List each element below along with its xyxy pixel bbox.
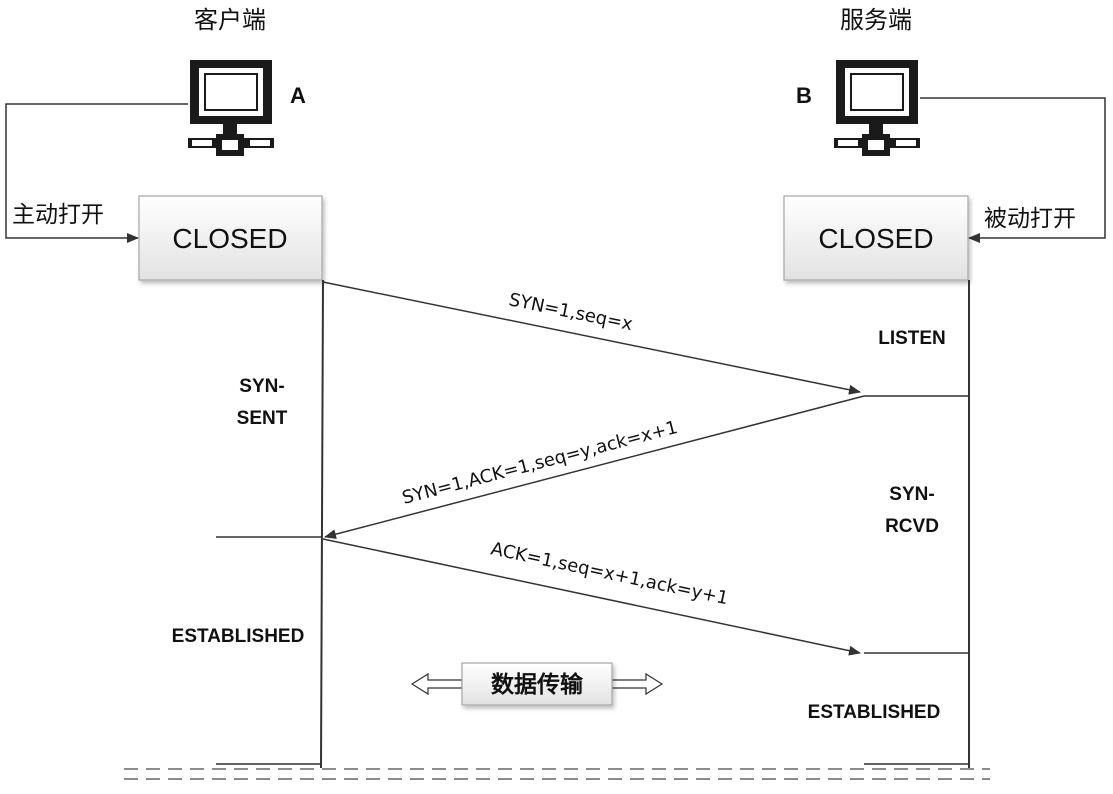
ack-message-label: ACK=1,seq=x+1,ack=y+1	[489, 538, 730, 609]
client-closed-box: CLOSED	[138, 195, 323, 281]
server-syn-rcvd-label-1: SYN-	[889, 484, 934, 505]
server-syn-rcvd-label-2: RCVD	[885, 516, 939, 537]
server-listen-label: LISTEN	[878, 328, 946, 349]
client-timeline	[320, 279, 324, 769]
syn-ack-arrow	[324, 395, 865, 540]
client-closed-label: CLOSED	[172, 223, 287, 254]
syn-arrow	[322, 281, 861, 395]
syn-message-label: SYN=1,seq=x	[507, 289, 635, 335]
data-transfer-label: 数据传输	[491, 671, 584, 698]
server-computer-icon	[834, 60, 920, 156]
client-title: 客户端	[194, 6, 266, 34]
client-syn-sent-label-1: SYN-	[239, 376, 284, 397]
server-title: 服务端	[840, 6, 912, 34]
server-closed-label: CLOSED	[818, 223, 933, 254]
server-closed-box: CLOSED	[783, 195, 969, 281]
server-open-label: 被动打开	[984, 206, 1076, 232]
server-host-label: B	[796, 83, 812, 108]
ack-arrow	[322, 538, 861, 656]
client-established-label: ESTABLISHED	[172, 626, 305, 647]
client-syn-sent-label-2: SENT	[237, 408, 288, 429]
syn-ack-message-label: SYN=1,ACK=1,seq=y,ack=x+1	[400, 417, 680, 509]
client-computer-icon	[188, 60, 274, 156]
client-host-label: A	[290, 83, 306, 108]
server-established-label: ESTABLISHED	[808, 702, 941, 723]
tcp-handshake-diagram: 客户端 服务端 A B 主动打开 被动打开 CLOSED CLOSED SYN=…	[5, 6, 1106, 780]
client-open-label: 主动打开	[12, 202, 104, 228]
